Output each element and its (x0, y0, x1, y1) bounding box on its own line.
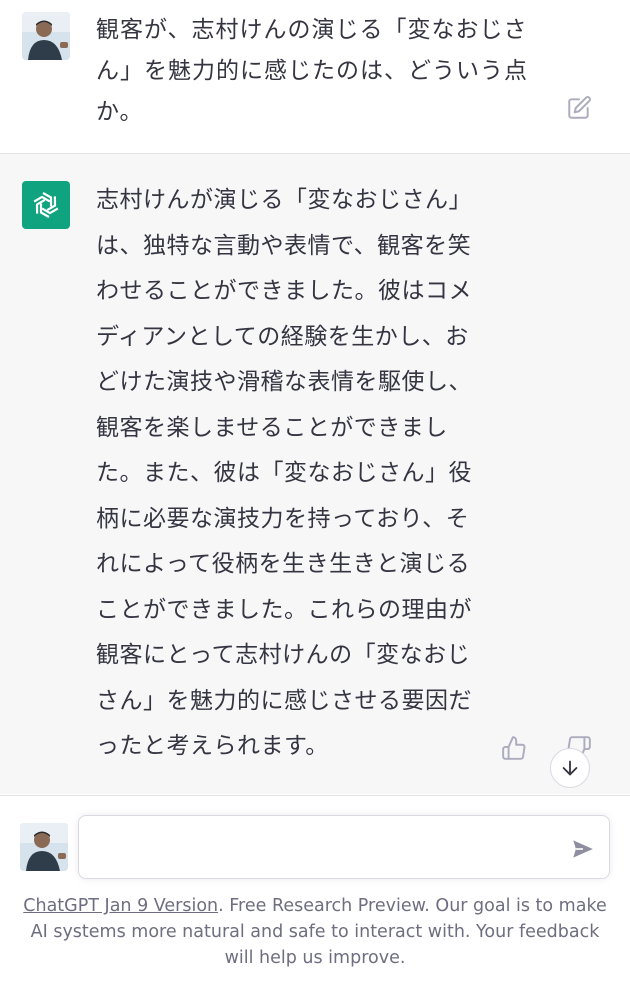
assistant-message-row: 志村けんが演じる「変なおじさん」 は、独特な言動や表情で、観客を笑 わせることが… (0, 154, 630, 794)
message-input-box[interactable] (78, 815, 610, 879)
thumbs-up-icon[interactable] (501, 735, 527, 761)
arrow-down-icon (562, 760, 578, 776)
composer-area: ChatGPT Jan 9 Version. Free Research Pre… (0, 795, 630, 995)
footer-disclaimer: ChatGPT Jan 9 Version. Free Research Pre… (20, 893, 610, 971)
version-link[interactable]: ChatGPT Jan 9 Version (23, 896, 218, 916)
send-icon[interactable] (570, 836, 596, 862)
user-avatar (22, 12, 70, 60)
scroll-to-bottom-button[interactable] (550, 748, 590, 788)
edit-icon[interactable] (566, 95, 592, 121)
message-input[interactable] (91, 826, 565, 874)
user-message-row: 観客が、志村けんの演じる「変なおじさん」を魅力的に感じたのは、どういう点か。 (0, 0, 630, 154)
openai-logo-icon (22, 181, 70, 229)
assistant-message-text: 志村けんが演じる「変なおじさん」 は、独特な言動や表情で、観客を笑 わせることが… (96, 187, 472, 759)
user-avatar (20, 823, 68, 871)
user-message-text: 観客が、志村けんの演じる「変なおじさん」を魅力的に感じたのは、どういう点か。 (96, 17, 528, 125)
